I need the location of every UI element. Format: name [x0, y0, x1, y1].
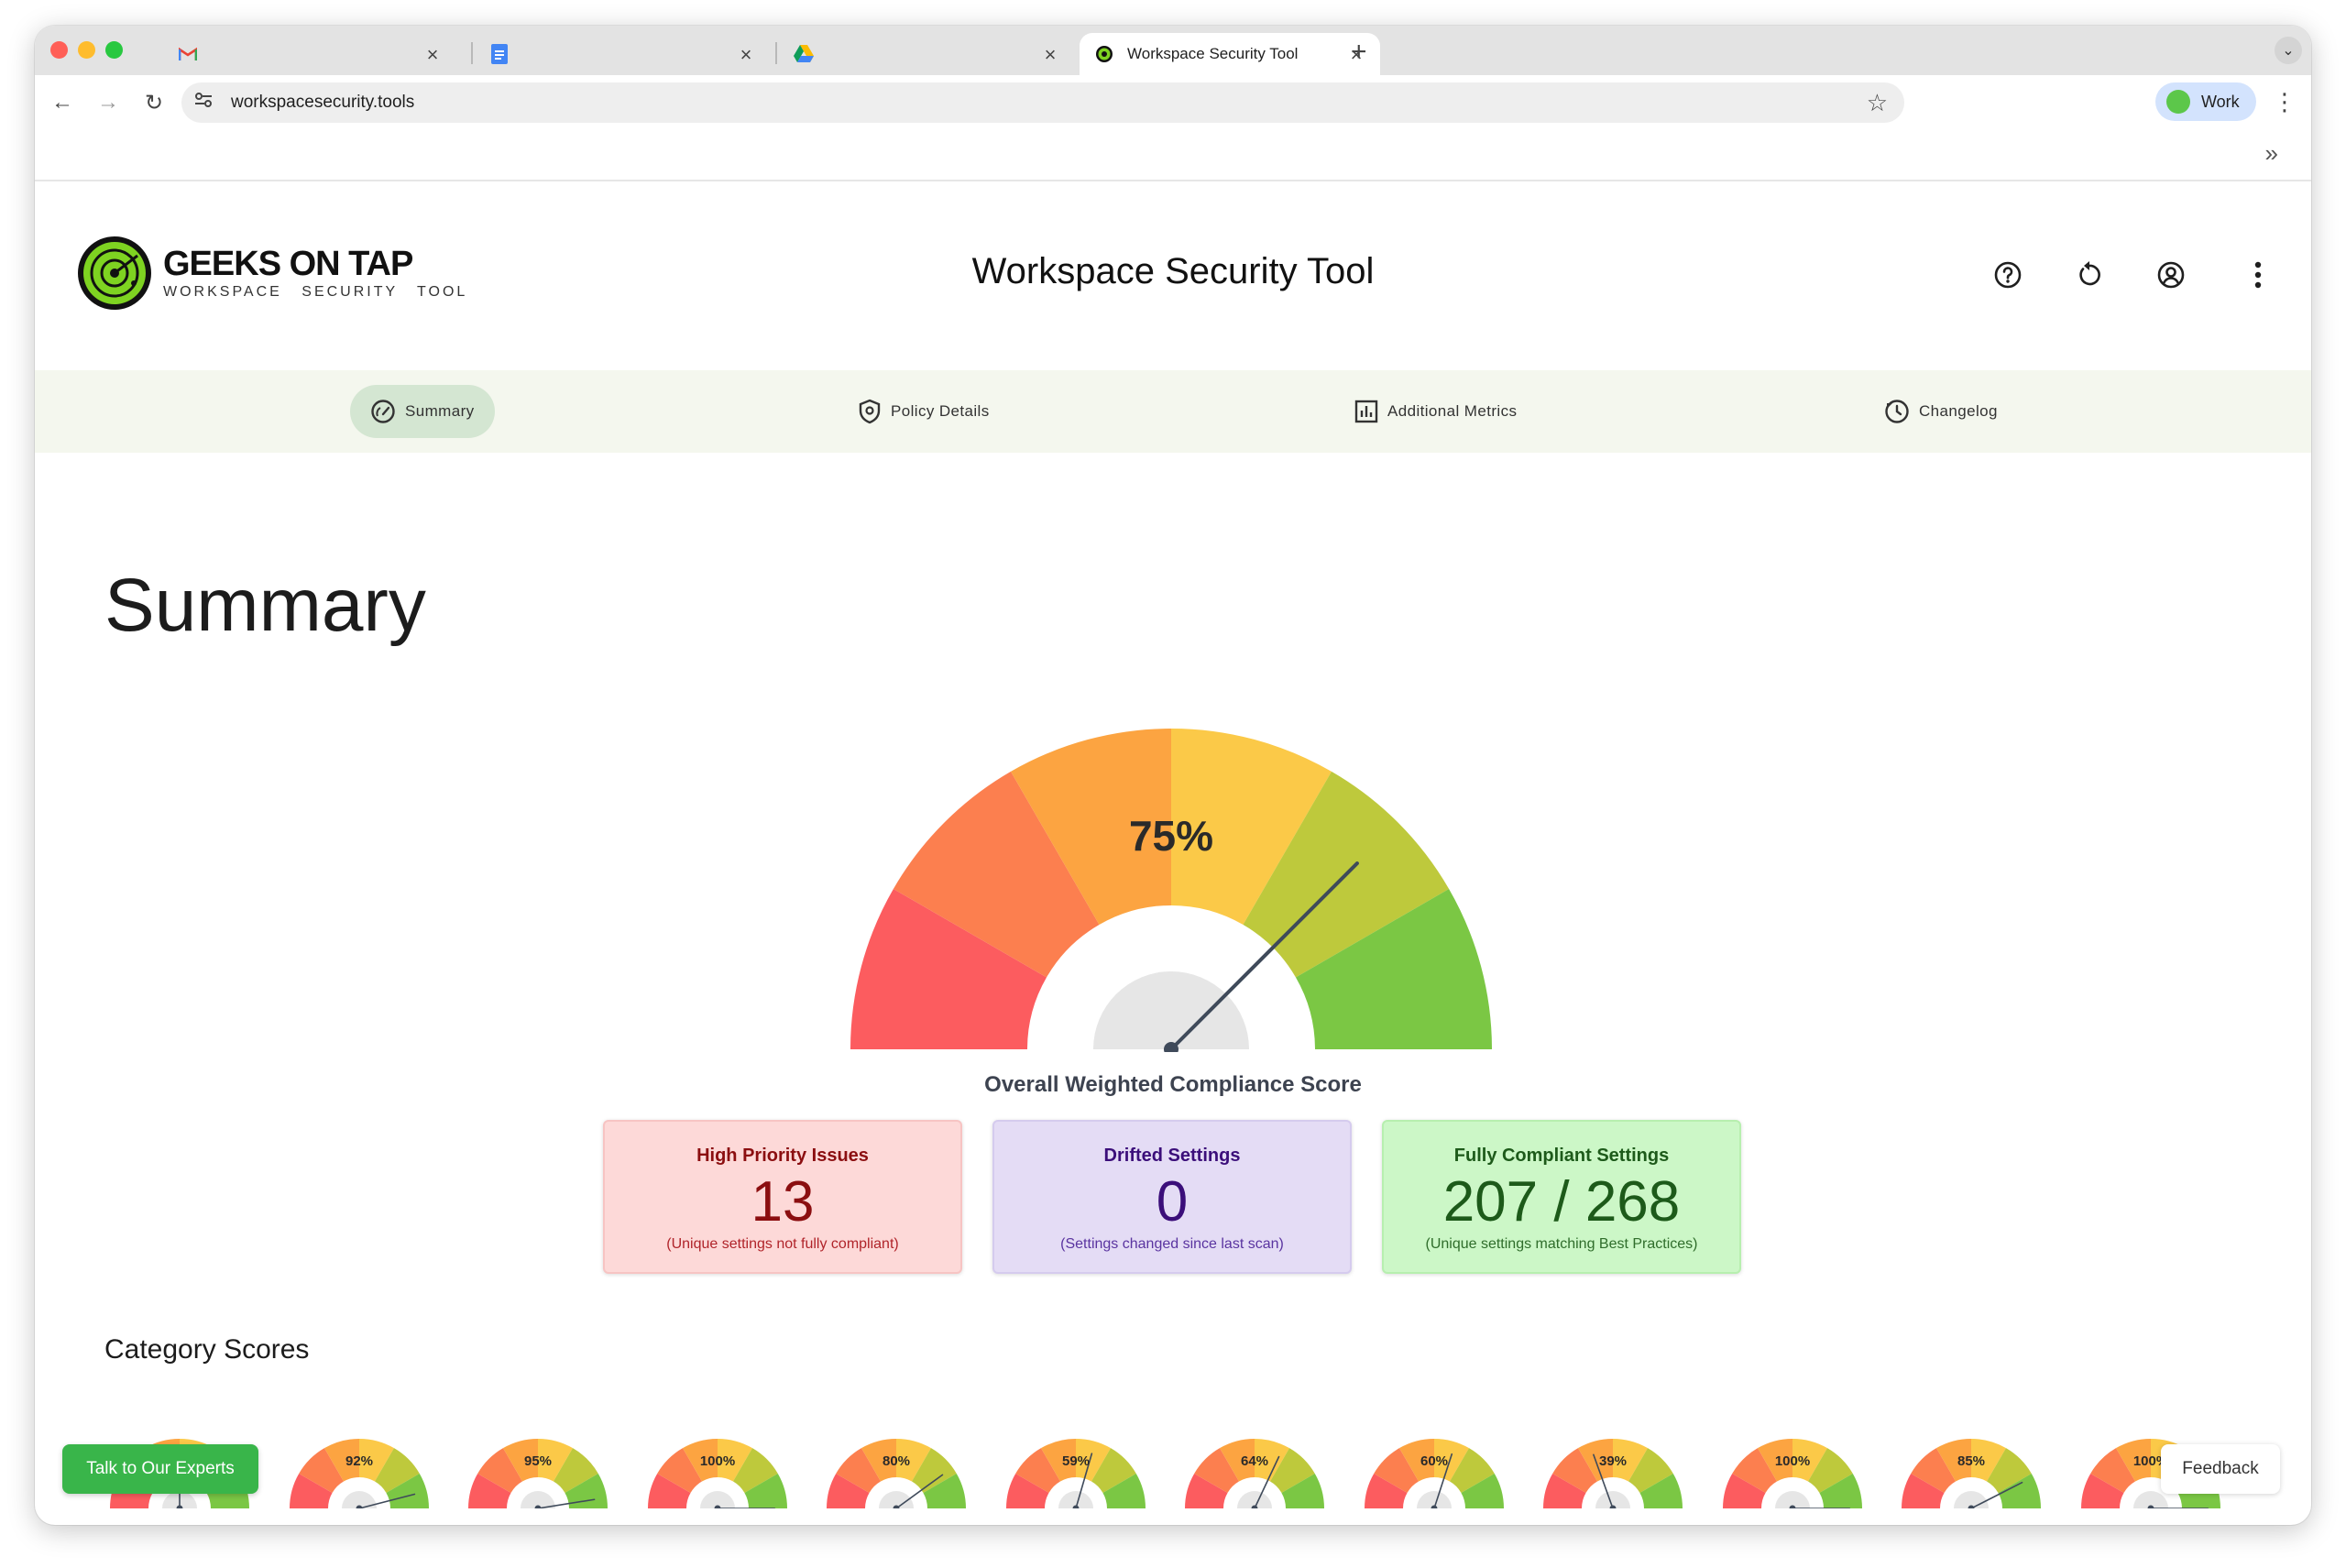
- category-gauge[interactable]: 80%: [827, 1435, 966, 1508]
- close-window-button[interactable]: [50, 41, 68, 59]
- speedometer-icon: [371, 400, 395, 423]
- category-gauge-value-label: 100%: [1774, 1453, 1809, 1469]
- tab-policy-details-label: Policy Details: [891, 402, 990, 420]
- category-gauge-value-label: 39%: [1599, 1453, 1627, 1469]
- bookmark-star-icon[interactable]: ☆: [1867, 89, 1888, 117]
- tab-strip: × × × Workspace Security Tool × + ⌄: [35, 26, 2311, 75]
- card-title: Drifted Settings: [1103, 1146, 1241, 1166]
- help-icon[interactable]: [1991, 258, 2024, 291]
- tab-search-chevron-icon[interactable]: ⌄: [2275, 37, 2302, 64]
- high-priority-issues-card[interactable]: High Priority Issues 13 (Unique settings…: [603, 1120, 962, 1274]
- drive-icon: [794, 44, 814, 64]
- card-value: 13: [751, 1170, 815, 1234]
- url-text: workspacesecurity.tools: [231, 93, 415, 112]
- maximize-window-button[interactable]: [105, 41, 123, 59]
- page-title: Summary: [104, 564, 426, 647]
- new-tab-icon[interactable]: +: [1351, 37, 1367, 68]
- tab-summary-label: Summary: [405, 402, 475, 420]
- main-gauge-hub: [1093, 971, 1249, 1049]
- avatar: [2166, 90, 2190, 114]
- gmail-icon: [178, 44, 198, 64]
- category-gauge-value-label: 60%: [1420, 1453, 1447, 1469]
- app-header: GEEKS ON TAP WORKSPACE SECURITY TOOL Wor…: [35, 183, 2311, 370]
- profile-label: Work: [2201, 92, 2240, 111]
- bookmarks-bar: »: [35, 130, 2311, 181]
- minimize-window-button[interactable]: [78, 41, 95, 59]
- forward-arrow-icon[interactable]: →: [93, 88, 123, 117]
- app-title: Workspace Security Tool: [971, 251, 1375, 291]
- card-subtitle: (Unique settings not fully compliant): [666, 1236, 899, 1252]
- address-bar[interactable]: workspacesecurity.tools ☆: [181, 82, 1904, 123]
- reload-icon[interactable]: ↻: [139, 88, 169, 117]
- tab-summary[interactable]: Summary: [350, 385, 495, 438]
- category-gauge[interactable]: 60%: [1364, 1435, 1504, 1508]
- tab-workspace-security[interactable]: Workspace Security Tool ×: [1080, 33, 1380, 75]
- tab-policy-details[interactable]: Policy Details: [838, 385, 1010, 438]
- feedback-button[interactable]: Feedback: [2161, 1444, 2280, 1494]
- main-gauge-value-label: 75%: [1129, 812, 1213, 860]
- category-gauge-value-label: 85%: [1957, 1453, 1985, 1469]
- card-title: High Priority Issues: [696, 1146, 869, 1166]
- docs-icon: [489, 44, 510, 64]
- category-gauge[interactable]: 100%: [1722, 1435, 1862, 1508]
- category-gauge[interactable]: 64%: [1185, 1435, 1324, 1508]
- close-tab-icon[interactable]: ×: [422, 43, 444, 67]
- shield-icon: [859, 399, 881, 424]
- overall-compliance-gauge: 75%: [850, 704, 1492, 1057]
- account-icon[interactable]: [2154, 258, 2187, 291]
- category-gauge[interactable]: 92%: [289, 1435, 429, 1508]
- browser-window: × × × Workspace Security Tool × + ⌄ ← → …: [35, 26, 2311, 1525]
- tab-additional-metrics-label: Additional Metrics: [1387, 402, 1518, 420]
- fully-compliant-settings-card[interactable]: Fully Compliant Settings 207 / 268 (Uniq…: [1382, 1120, 1741, 1274]
- card-value: 0: [1156, 1170, 1189, 1234]
- category-gauge-value-label: 80%: [882, 1453, 910, 1469]
- browser-toolbar: ← → ↻ workspacesecurity.tools ☆ Work ⋮: [35, 75, 2311, 130]
- card-value: 207 / 268: [1442, 1170, 1681, 1234]
- drifted-settings-card[interactable]: Drifted Settings 0 (Settings changed sin…: [992, 1120, 1352, 1274]
- site-settings-icon[interactable]: [194, 92, 213, 113]
- back-arrow-icon[interactable]: ←: [48, 88, 77, 117]
- browser-menu-icon[interactable]: ⋮: [2273, 88, 2297, 116]
- profile-button[interactable]: Work: [2155, 82, 2256, 121]
- talk-to-experts-button[interactable]: Talk to Our Experts: [62, 1444, 258, 1494]
- category-gauge[interactable]: 85%: [1902, 1435, 2041, 1508]
- category-scores-heading: Category Scores: [104, 1334, 310, 1365]
- close-tab-icon[interactable]: ×: [1039, 43, 1061, 67]
- tab-gmail[interactable]: ×: [163, 33, 456, 75]
- gauge-caption: Overall Weighted Compliance Score: [984, 1072, 1362, 1097]
- bar-chart-icon: [1354, 400, 1378, 423]
- category-gauge[interactable]: 59%: [1005, 1435, 1146, 1508]
- category-gauge-value-label: 95%: [524, 1453, 552, 1469]
- category-gauge-value-label: 100%: [699, 1453, 734, 1469]
- card-subtitle: (Settings changed since last scan): [1060, 1236, 1284, 1252]
- card-subtitle: (Unique settings matching Best Practices…: [1425, 1236, 1698, 1252]
- tab-additional-metrics[interactable]: Additional Metrics: [1334, 385, 1537, 438]
- history-icon: [1885, 400, 1909, 423]
- tab-changelog[interactable]: Changelog: [1864, 385, 2018, 438]
- more-bookmarks-icon[interactable]: »: [2265, 139, 2278, 168]
- tab-docs[interactable]: ×: [475, 33, 770, 75]
- close-tab-icon[interactable]: ×: [735, 43, 757, 67]
- category-gauge-value-label: 59%: [1061, 1453, 1089, 1469]
- category-gauge-value-label: 92%: [345, 1453, 372, 1469]
- tab-title: Workspace Security Tool: [1127, 45, 1299, 62]
- tab-changelog-label: Changelog: [1919, 402, 1998, 420]
- category-gauge-value-label: 64%: [1241, 1453, 1268, 1469]
- section-nav: Summary Policy Details Additional Metric…: [35, 370, 2311, 453]
- card-title: Fully Compliant Settings: [1453, 1146, 1670, 1166]
- refresh-icon[interactable]: [2073, 258, 2106, 291]
- tab-drive[interactable]: ×: [779, 33, 1074, 75]
- more-vertical-icon[interactable]: [2242, 258, 2275, 291]
- category-gauge[interactable]: 95%: [468, 1435, 608, 1508]
- category-gauge[interactable]: 100%: [647, 1435, 787, 1508]
- category-gauge[interactable]: 39%: [1543, 1435, 1683, 1508]
- app-favicon-icon: [1094, 44, 1114, 64]
